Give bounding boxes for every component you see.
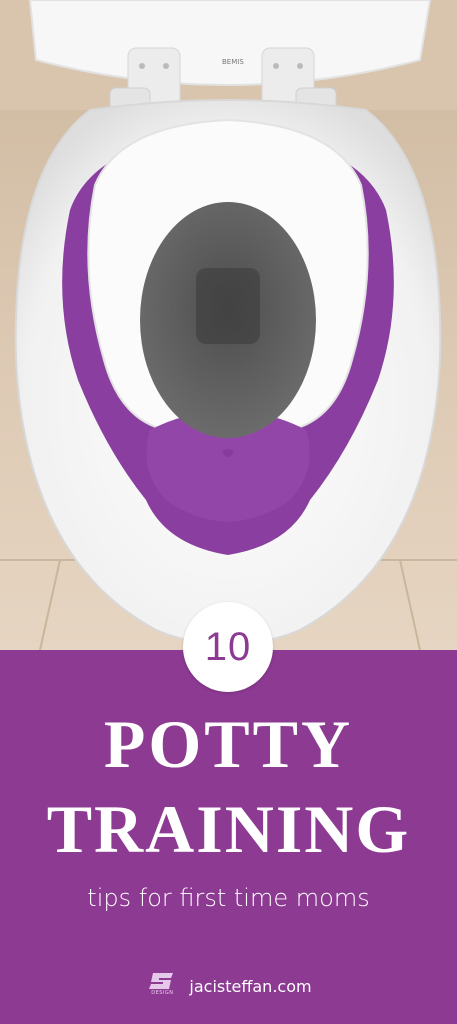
title-line-2: TRAINING: [46, 791, 411, 867]
logo-mark-icon: [149, 973, 174, 989]
subtitle: tips for first time moms: [87, 884, 370, 912]
website-link[interactable]: jacisteffan.com: [189, 977, 311, 996]
toilet-illustration: BEMIS: [0, 0, 457, 650]
hero-photo: BEMIS: [0, 0, 457, 650]
number-badge: 10: [183, 602, 273, 692]
badge-number: 10: [204, 624, 252, 669]
title-line-1: POTTY: [103, 706, 354, 782]
brand-logo-icon: DESIGN: [145, 971, 179, 1001]
logo-text-bottom: DESIGN: [151, 990, 174, 996]
footer: DESIGN jacisteffan.com: [0, 968, 457, 1004]
seat-brand-text: BEMIS: [222, 58, 244, 66]
